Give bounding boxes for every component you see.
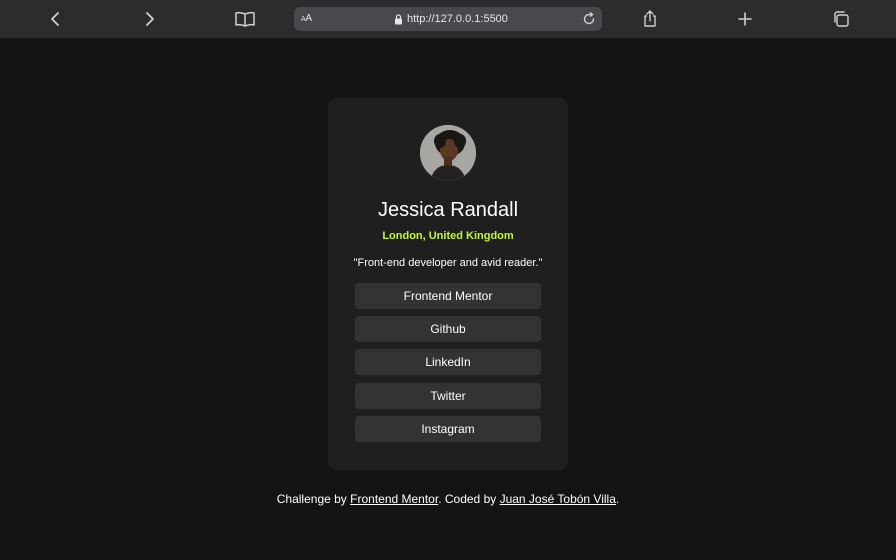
reader-text-size-button[interactable]: AA [301, 7, 312, 31]
reload-icon [583, 12, 595, 25]
footer-author-link[interactable]: Juan José Tobón Villa [500, 492, 616, 506]
lock-icon [395, 13, 402, 24]
reload-button[interactable] [580, 10, 598, 28]
avatar-photo [420, 125, 476, 181]
link-twitter[interactable]: Twitter [355, 382, 541, 409]
new-tab-button[interactable] [732, 7, 758, 31]
chevron-left-icon [51, 12, 59, 26]
link-frontend-mentor[interactable]: Frontend Mentor [355, 283, 541, 309]
footer-suffix: . [615, 492, 620, 506]
back-button[interactable] [42, 7, 68, 31]
avatar [420, 125, 476, 181]
profile-card: Jessica Randall London, United Kingdom "… [328, 98, 568, 470]
footer-middle: . Coded by [438, 492, 500, 506]
share-button[interactable] [637, 7, 663, 31]
book-icon [235, 11, 255, 27]
link-linkedin[interactable]: LinkedIn [355, 349, 541, 376]
url-text: http://127.0.0.1:5500 [407, 13, 508, 25]
share-icon [644, 10, 656, 27]
tabs-icon [834, 11, 849, 27]
plus-icon [738, 12, 752, 26]
address-bar[interactable]: AA http://127.0.0.1:5500 [294, 7, 602, 31]
footer-challenge-link[interactable]: Frontend Mentor [350, 492, 438, 506]
profile-name: Jessica Randall [377, 199, 519, 221]
profile-location: London, United Kingdom [382, 230, 514, 242]
bookmarks-button[interactable] [232, 7, 258, 31]
forward-button[interactable] [137, 7, 163, 31]
browser-toolbar: AA http://127.0.0.1:5500 [0, 0, 896, 38]
chevron-right-icon [146, 12, 154, 26]
tab-overview-button[interactable] [828, 7, 854, 31]
social-links: Frontend Mentor Github LinkedIn Twitter … [355, 283, 541, 449]
link-instagram[interactable]: Instagram [355, 415, 541, 442]
profile-bio: "Front-end developer and avid reader." [353, 257, 543, 269]
footer-prefix: Challenge by [276, 492, 351, 506]
attribution-footer: Challenge by Frontend Mentor. Coded by J… [0, 492, 896, 506]
link-github[interactable]: Github [355, 316, 541, 343]
page: Jessica Randall London, United Kingdom "… [0, 38, 896, 560]
